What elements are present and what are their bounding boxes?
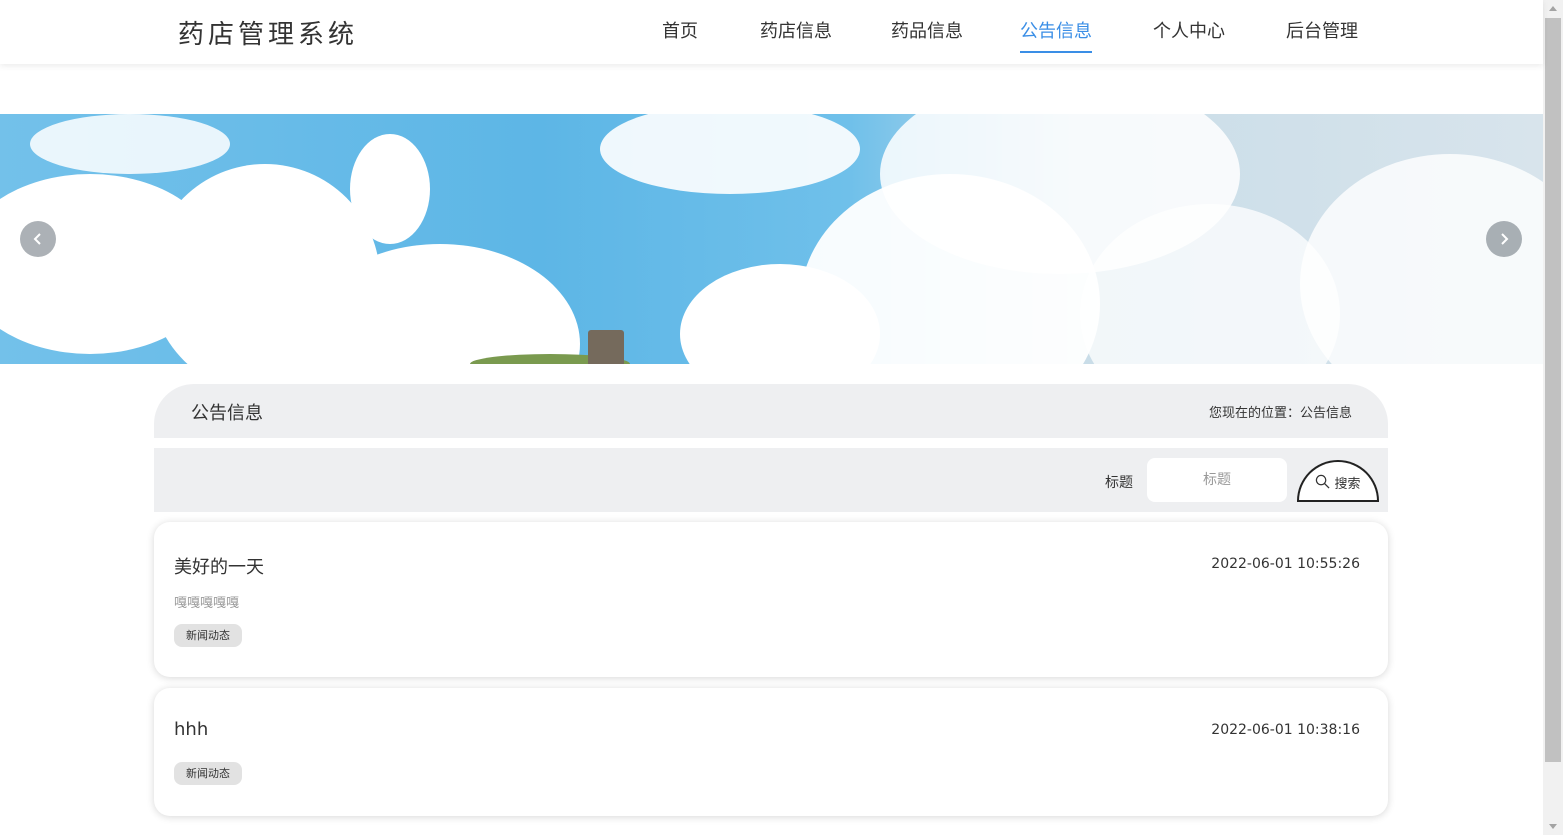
search-button-label: 搜索 (1334, 476, 1361, 492)
title-search-input[interactable] (1147, 458, 1287, 502)
chevron-right-icon (1501, 233, 1509, 245)
announcement-time: 2022-06-01 10:55:26 (1211, 556, 1360, 572)
announcement-card[interactable]: hhh 2022-06-01 10:38:16 新闻动态 (154, 688, 1388, 816)
search-bar: 标题 搜索 (154, 448, 1388, 512)
page-title: 公告信息 (191, 403, 263, 424)
search-button[interactable]: 搜索 (1297, 460, 1379, 502)
announcement-title[interactable]: hhh (174, 719, 208, 740)
announcement-card[interactable]: 美好的一天 2022-06-01 10:55:26 嘎嘎嘎嘎嘎 新闻动态 (154, 522, 1388, 677)
announcement-tag: 新闻动态 (174, 624, 242, 647)
site-logo[interactable]: 药店管理系统 (178, 14, 358, 51)
carousel-prev-button[interactable] (20, 221, 56, 257)
announcement-title[interactable]: 美好的一天 (174, 553, 264, 579)
banner-carousel (0, 114, 1543, 364)
banner-cloud (1300, 154, 1543, 364)
announcement-time: 2022-06-01 10:38:16 (1211, 722, 1360, 738)
top-header: 药店管理系统 首页 药店信息 药品信息 公告信息 个人中心 后台管理 (0, 0, 1543, 64)
nav-medicine-info[interactable]: 药品信息 (891, 0, 963, 64)
nav-home[interactable]: 首页 (662, 0, 698, 64)
announcement-tag: 新闻动态 (174, 762, 242, 785)
banner-tower (588, 330, 624, 364)
chevron-left-icon (33, 233, 41, 245)
nav-announcement-info[interactable]: 公告信息 (1020, 0, 1092, 64)
banner-cloud (600, 114, 860, 194)
section-title-bar: 公告信息 您现在的位置：公告信息 (154, 384, 1388, 438)
nav-pharmacy-info[interactable]: 药店信息 (760, 0, 832, 64)
page-scrollbar[interactable] (1543, 0, 1563, 835)
carousel-next-button[interactable] (1486, 221, 1522, 257)
search-label: 标题 (1105, 475, 1133, 491)
main-nav: 首页 药店信息 药品信息 公告信息 个人中心 后台管理 (630, 0, 1358, 64)
announcement-summary: 嘎嘎嘎嘎嘎 (174, 596, 240, 611)
banner-cloud (30, 114, 230, 174)
scroll-down-arrow-icon[interactable] (1549, 824, 1557, 829)
breadcrumb: 您现在的位置：公告信息 (1208, 406, 1352, 421)
nav-admin[interactable]: 后台管理 (1286, 0, 1358, 64)
banner-cloud (350, 134, 430, 244)
search-icon (1316, 474, 1331, 489)
scroll-thumb[interactable] (1545, 18, 1561, 762)
nav-personal-center[interactable]: 个人中心 (1153, 0, 1225, 64)
scroll-up-arrow-icon[interactable] (1549, 6, 1557, 11)
